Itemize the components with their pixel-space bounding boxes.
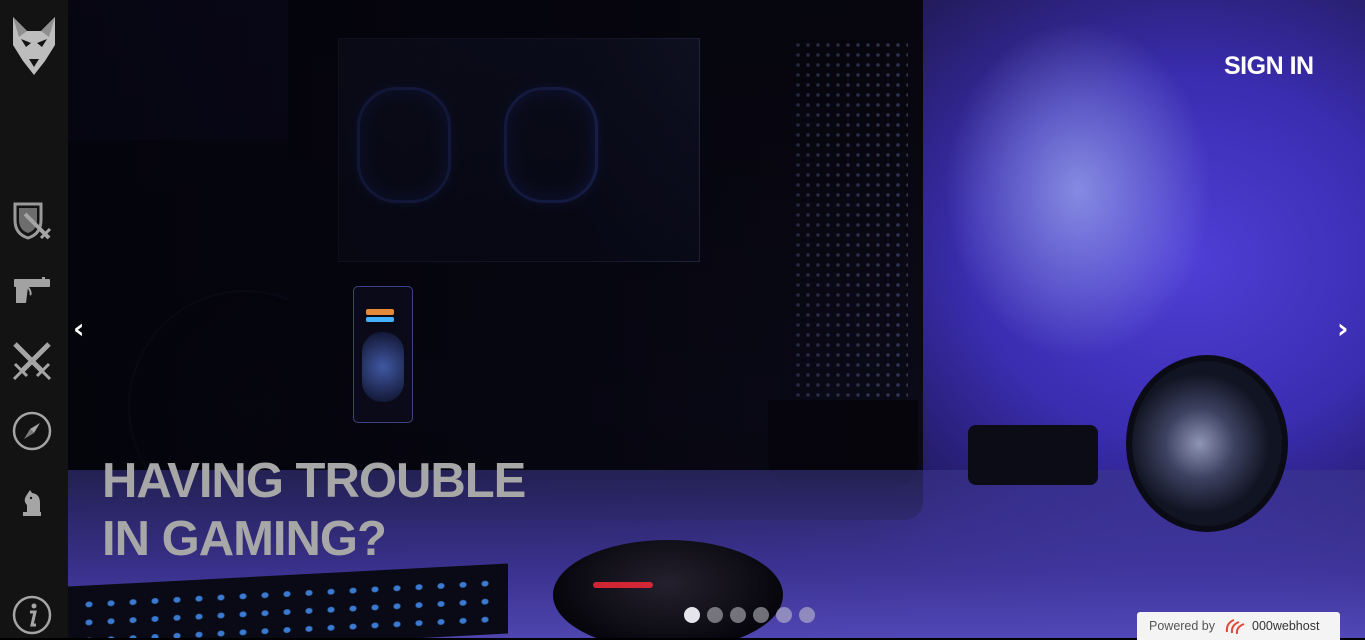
webhost-logo-icon — [1225, 619, 1245, 635]
pistol-icon — [14, 277, 50, 303]
sign-in-link[interactable]: SIGN IN — [1224, 52, 1314, 81]
sidebar-item-chess-knight[interactable] — [10, 480, 54, 524]
carousel-indicators — [684, 607, 815, 623]
shield-sword-icon — [13, 202, 52, 240]
phone-image — [353, 286, 413, 423]
headphones-image — [968, 355, 1318, 532]
compass-icon — [12, 411, 52, 451]
carousel-dot-5[interactable] — [776, 607, 792, 623]
chess-knight-icon — [23, 490, 41, 516]
sidebar-item-shield-sword[interactable] — [10, 199, 54, 243]
sidebar-info[interactable] — [10, 593, 54, 637]
wolf-logo-icon[interactable] — [8, 14, 60, 78]
sidebar-item-pistol[interactable] — [10, 268, 54, 312]
carousel-dot-1[interactable] — [684, 607, 700, 623]
carousel-dot-2[interactable] — [707, 607, 723, 623]
crossed-swords-icon — [12, 342, 52, 381]
sidebar-item-compass[interactable] — [10, 409, 54, 453]
hero-headline: HAVING TROUBLE IN GAMING? — [102, 452, 622, 568]
powered-by-badge[interactable]: Powered by 000webhost — [1137, 612, 1340, 640]
sidebar-item-crossed-swords[interactable] — [10, 339, 54, 383]
carousel-prev-button[interactable]: ‹ — [73, 312, 85, 345]
carousel-next-button[interactable]: › — [1337, 312, 1349, 345]
powered-by-brand: 000webhost — [1252, 619, 1320, 633]
info-icon — [12, 595, 52, 635]
carousel-dot-4[interactable] — [753, 607, 769, 623]
sidebar — [0, 0, 68, 638]
carousel-dot-3[interactable] — [730, 607, 746, 623]
headline-line-2: IN GAMING? — [102, 512, 387, 566]
headline-line-1: HAVING TROUBLE — [102, 454, 526, 508]
powered-by-label: Powered by — [1149, 619, 1216, 633]
carousel-dot-6[interactable] — [799, 607, 815, 623]
